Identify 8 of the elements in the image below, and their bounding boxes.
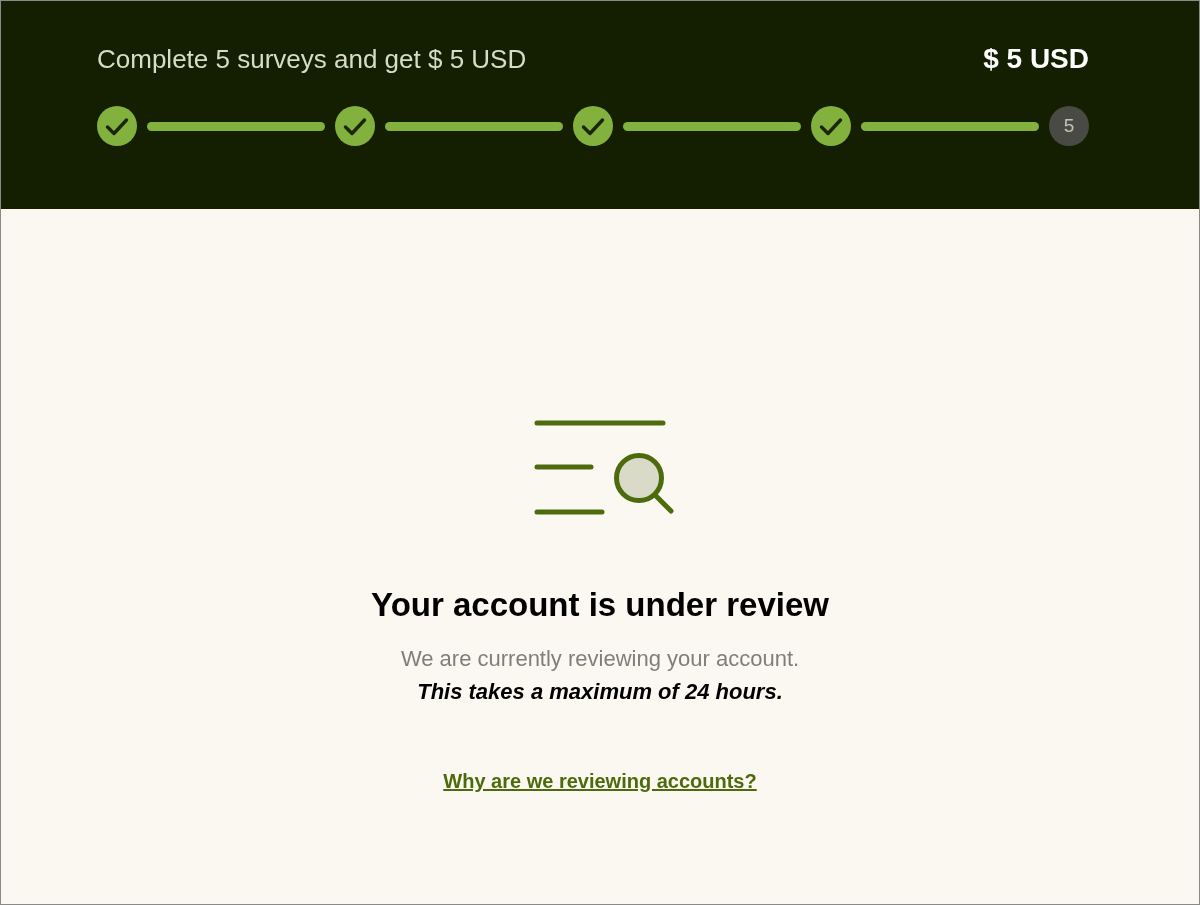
review-heading: Your account is under review [371, 585, 829, 625]
step-number: 5 [1049, 106, 1089, 146]
list-search-icon [534, 419, 674, 515]
review-message: We are currently reviewing your account. [400, 645, 800, 673]
review-note: This takes a maximum of 24 hours. [417, 678, 783, 706]
review-info-link[interactable]: Why are we reviewing accounts? [443, 767, 757, 795]
progress-title: Complete 5 surveys and get $ 5 USD [97, 44, 527, 74]
reward-amount: $ 5 USD [983, 44, 1089, 74]
